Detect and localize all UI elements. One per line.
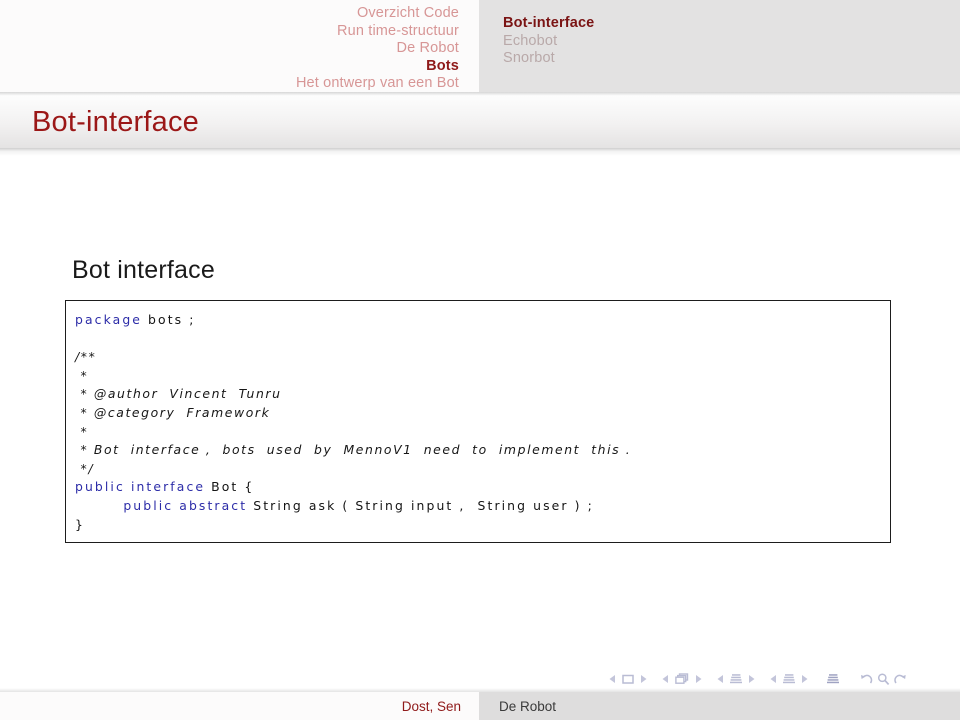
code-text: }: [75, 516, 85, 532]
seek-navigation-group[interactable]: [858, 672, 909, 687]
frame-icon[interactable]: [674, 672, 690, 686]
footer-author: Dost, Sen: [401, 698, 461, 714]
code-text: * @category Framework: [75, 404, 271, 420]
previous-frame-button[interactable]: [661, 673, 670, 685]
code-keyword: abstract: [179, 497, 248, 513]
presentation-icon[interactable]: [826, 672, 840, 686]
code-line: *: [75, 423, 890, 442]
next-subsection-button[interactable]: [747, 673, 756, 685]
code-text: *: [75, 423, 89, 439]
code-line: * @category Framework: [75, 404, 890, 423]
frame-title: Bot-interface: [32, 105, 200, 138]
code-text: * Bot interface , bots used by MennoV1 n…: [75, 442, 632, 458]
subsection-icon[interactable]: [729, 672, 743, 686]
subsection-navigation-group[interactable]: [716, 672, 756, 686]
next-section-button[interactable]: [800, 673, 809, 685]
code-text: /**: [75, 349, 97, 365]
code-line: public interface Bot {: [75, 478, 890, 497]
previous-subsection-button[interactable]: [716, 673, 725, 685]
code-line: }: [75, 516, 890, 535]
code-text: */: [75, 460, 95, 476]
section-navigation-group[interactable]: [769, 672, 809, 686]
footer-title-cell: De Robot: [479, 692, 960, 720]
forward-icon[interactable]: [892, 672, 909, 687]
slide-navigation-group[interactable]: [608, 672, 648, 686]
presentation-navigation-group[interactable]: [822, 672, 844, 686]
section-nav-item[interactable]: Bots: [426, 58, 459, 76]
code-keyword: public: [123, 497, 174, 513]
code-line: * Bot interface , bots used by MennoV1 n…: [75, 441, 890, 460]
code-keyword: interface: [130, 479, 206, 495]
code-line: */: [75, 460, 890, 479]
code-line: public abstract String ask ( String inpu…: [75, 497, 890, 516]
frame-title-bar: Bot-interface: [0, 96, 960, 148]
subsection-nav-item[interactable]: Echobot: [503, 33, 557, 51]
code-line: package bots ;: [75, 311, 890, 330]
section-icon[interactable]: [782, 672, 796, 686]
footer-title: De Robot: [499, 698, 557, 714]
code-text: bots ;: [142, 312, 196, 327]
next-frame-button[interactable]: [694, 673, 703, 685]
footer-author-cell: Dost, Sen: [0, 692, 479, 720]
code-line: /**: [75, 348, 890, 367]
previous-section-button[interactable]: [769, 673, 778, 685]
frame-navigation-group[interactable]: [661, 672, 703, 686]
slide-content: Bot interface package bots ; /** * * @aut…: [0, 156, 960, 676]
code-text: * @author Vincent Tunru: [75, 386, 282, 402]
next-slide-button[interactable]: [639, 673, 648, 685]
code-text: Bot {: [205, 479, 255, 495]
slide-icon[interactable]: [621, 672, 635, 686]
beamer-headline-navigation: Overzicht Code Run time-structuur De Robot…: [0, 0, 960, 92]
code-keyword: package: [75, 312, 143, 327]
beamer-navigation-symbols[interactable]: [608, 668, 909, 690]
subsection-nav-item[interactable]: Snorbot: [503, 50, 555, 68]
code-text: String ask ( String input , String user …: [247, 497, 594, 513]
block-heading: Bot interface: [72, 256, 215, 284]
frame-title-shadow: [0, 148, 960, 156]
code-keyword: public: [75, 479, 125, 495]
subsection-nav-item[interactable]: Bot-interface: [503, 15, 594, 33]
back-icon[interactable]: [858, 672, 875, 687]
beamer-footline: Dost, Sen De Robot: [0, 692, 960, 720]
subsection-navigation-panel: Bot-interface Echobot Snorbot: [479, 0, 960, 92]
section-nav-item[interactable]: De Robot: [397, 40, 459, 58]
code-line: * @author Vincent Tunru: [75, 385, 890, 404]
code-text: *: [75, 367, 89, 383]
section-navigation-panel: Overzicht Code Run time-structuur De Robot…: [0, 0, 479, 92]
section-nav-item[interactable]: Het ontwerp van een Bot: [296, 75, 459, 93]
section-nav-item[interactable]: Overzicht Code: [357, 5, 459, 23]
code-listing-box: package bots ; /** * * @author Vincent Tu…: [65, 300, 891, 543]
search-icon[interactable]: [875, 672, 892, 687]
code-line: *: [75, 367, 890, 386]
previous-slide-button[interactable]: [608, 673, 617, 685]
section-nav-item[interactable]: Run time-structuur: [337, 23, 459, 41]
